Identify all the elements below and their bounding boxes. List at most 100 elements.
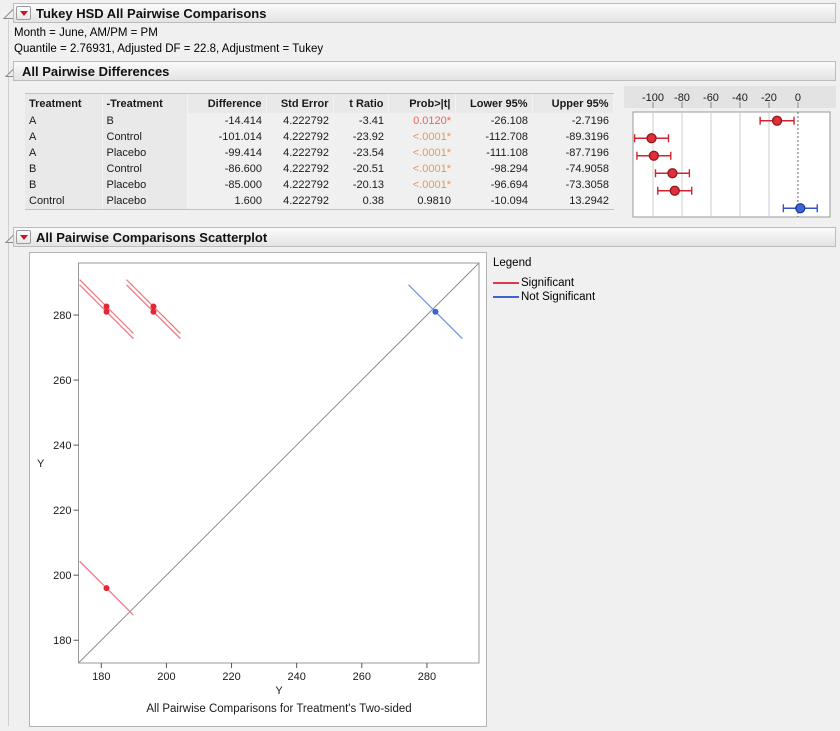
cell-vs_treatment: B xyxy=(102,113,187,129)
cell-std_error: 4.222792 xyxy=(266,177,333,193)
interval-point[interactable] xyxy=(668,169,677,178)
cell-prob_t: <.0001* xyxy=(388,177,455,193)
col-header-difference[interactable]: Difference xyxy=(187,94,266,113)
table-row[interactable]: AControl-101.0144.222792-23.92<.0001*-11… xyxy=(25,129,613,145)
col-header-std_error[interactable]: Std Error xyxy=(266,94,333,113)
cell-lower_95: -112.708 xyxy=(455,129,532,145)
interval-point[interactable] xyxy=(796,204,805,213)
x-tick-label: 240 xyxy=(287,671,305,683)
section-differences-title: All Pairwise Differences xyxy=(22,64,169,79)
legend-item-label: Significant xyxy=(521,277,574,289)
x-tick-label: 280 xyxy=(418,671,436,683)
jmp-report-window: Tukey HSD All Pairwise Comparisons Month… xyxy=(0,0,840,731)
scatterplot-legend: Legend Significant Not Significant xyxy=(493,257,595,304)
outline-tree-line xyxy=(8,20,9,726)
table-row[interactable]: BControl-86.6004.222792-20.51<.0001*-98.… xyxy=(25,161,613,177)
cell-difference: 1.600 xyxy=(187,193,266,209)
table-row[interactable]: APlacebo-99.4144.222792-23.54<.0001*-111… xyxy=(25,145,613,161)
table-row[interactable]: ControlPlacebo1.6004.2227920.380.9810-10… xyxy=(25,193,613,209)
scatterplot-panel: 180200220240260280180200220240260280 Y Y… xyxy=(29,252,487,727)
y-tick-label: 180 xyxy=(53,635,71,647)
section-scatterplot-title-bar[interactable]: All Pairwise Comparisons Scatterplot xyxy=(13,227,836,247)
interval-point[interactable] xyxy=(773,116,782,125)
cell-vs_treatment: Placebo xyxy=(102,177,187,193)
interval-point[interactable] xyxy=(670,186,679,195)
axis-tick-label: -60 xyxy=(703,92,719,104)
axis-tick-label: -80 xyxy=(674,92,690,104)
scatter-point[interactable] xyxy=(104,585,110,591)
legend-title: Legend xyxy=(493,257,595,269)
scatter-point[interactable] xyxy=(104,309,110,315)
x-tick-label: 220 xyxy=(222,671,240,683)
forest-frame xyxy=(633,112,830,217)
table-row[interactable]: BPlacebo-85.0004.222792-20.13<.0001*-96.… xyxy=(25,177,613,193)
scatterplot-caption: All Pairwise Comparisons for Treatment's… xyxy=(146,703,411,715)
x-tick-label: 260 xyxy=(353,671,371,683)
red-triangle-menu-button[interactable] xyxy=(16,230,31,244)
cell-t_ratio: -20.13 xyxy=(333,177,388,193)
cell-prob_t: 0.9810 xyxy=(388,193,455,209)
cell-t_ratio: -20.51 xyxy=(333,161,388,177)
table-row[interactable]: AB-14.4144.222792-3.410.0120*-26.108-2.7… xyxy=(25,113,613,129)
cell-upper_95: -73.3058 xyxy=(532,177,613,193)
interval-point[interactable] xyxy=(647,134,656,143)
cell-vs_treatment: Control xyxy=(102,129,187,145)
report-title: Tukey HSD All Pairwise Comparisons xyxy=(36,6,266,21)
cell-t_ratio: -23.54 xyxy=(333,145,388,161)
legend-item-label: Not Significant xyxy=(521,291,595,303)
cell-difference: -14.414 xyxy=(187,113,266,129)
cell-t_ratio: 0.38 xyxy=(333,193,388,209)
cell-upper_95: 13.2942 xyxy=(532,193,613,209)
cell-lower_95: -111.108 xyxy=(455,145,532,161)
cell-t_ratio: -23.92 xyxy=(333,129,388,145)
cell-std_error: 4.222792 xyxy=(266,193,333,209)
col-header-treatment[interactable]: Treatment xyxy=(25,94,102,113)
cell-prob_t: <.0001* xyxy=(388,129,455,145)
cell-lower_95: -96.694 xyxy=(455,177,532,193)
cell-upper_95: -2.7196 xyxy=(532,113,613,129)
cell-prob_t: <.0001* xyxy=(388,161,455,177)
legend-items: Significant Not Significant xyxy=(493,276,595,304)
scatter-point[interactable] xyxy=(150,304,156,310)
col-header-upper_95[interactable]: Upper 95% xyxy=(532,94,613,113)
col-header-vs_treatment[interactable]: -Treatment xyxy=(102,94,187,113)
cell-std_error: 4.222792 xyxy=(266,129,333,145)
y-tick-label: 220 xyxy=(53,505,71,517)
red-triangle-menu-button[interactable] xyxy=(16,6,31,20)
y-tick-label: 200 xyxy=(53,570,71,582)
pairwise-table-body: AB-14.4144.222792-3.410.0120*-26.108-2.7… xyxy=(25,113,613,209)
report-title-bar[interactable]: Tukey HSD All Pairwise Comparisons xyxy=(13,3,836,23)
cell-treatment: B xyxy=(25,161,102,177)
col-header-t_ratio[interactable]: t Ratio xyxy=(333,94,388,113)
cell-std_error: 4.222792 xyxy=(266,113,333,129)
section-differences-title-bar[interactable]: All Pairwise Differences xyxy=(13,61,836,81)
axis-tick-label: -20 xyxy=(761,92,777,104)
cell-treatment: A xyxy=(25,113,102,129)
legend-line-swatch-icon xyxy=(493,296,519,298)
cell-vs_treatment: Placebo xyxy=(102,193,187,209)
scatterplot[interactable]: 180200220240260280180200220240260280 Y Y… xyxy=(30,253,486,726)
menu-arrow-icon xyxy=(20,235,28,240)
cell-treatment: Control xyxy=(25,193,102,209)
cell-difference: -85.000 xyxy=(187,177,266,193)
legend-item[interactable]: Significant xyxy=(493,276,595,290)
scatter-point[interactable] xyxy=(150,309,156,315)
y-axis-label: Y xyxy=(37,458,45,470)
pairwise-intervals-plot[interactable]: -100-80-60-40-200 xyxy=(616,86,838,220)
col-header-prob_t[interactable]: Prob>|t| xyxy=(388,94,455,113)
cell-upper_95: -74.9058 xyxy=(532,161,613,177)
legend-item[interactable]: Not Significant xyxy=(493,290,595,304)
y-tick-label: 240 xyxy=(53,440,71,452)
axis-tick-label: -40 xyxy=(732,92,748,104)
cell-upper_95: -89.3196 xyxy=(532,129,613,145)
cell-std_error: 4.222792 xyxy=(266,145,333,161)
cell-t_ratio: -3.41 xyxy=(333,113,388,129)
x-axis-label: Y xyxy=(275,685,283,697)
cell-prob_t: 0.0120* xyxy=(388,113,455,129)
cell-treatment: A xyxy=(25,145,102,161)
scatter-point[interactable] xyxy=(432,309,438,315)
scatter-point[interactable] xyxy=(104,304,110,310)
cell-upper_95: -87.7196 xyxy=(532,145,613,161)
col-header-lower_95[interactable]: Lower 95% xyxy=(455,94,532,113)
interval-point[interactable] xyxy=(649,151,658,160)
